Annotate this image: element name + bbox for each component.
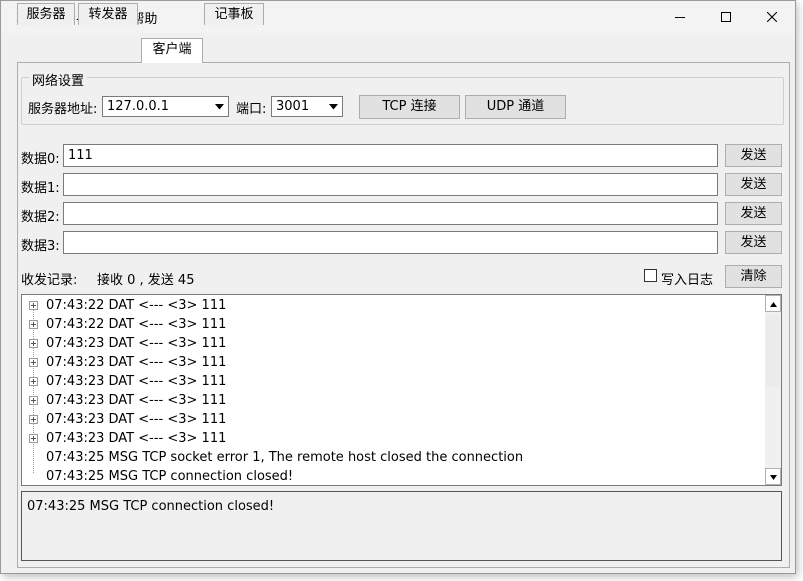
- server-address-combo[interactable]: 127.0.0.1: [102, 96, 229, 117]
- expand-plus-icon[interactable]: [29, 339, 38, 348]
- clear-button[interactable]: 清除: [725, 265, 782, 288]
- log-tree[interactable]: 07:43:22 DAT <--- <3> 111 07:43:22 DAT <…: [21, 294, 782, 486]
- data3-input[interactable]: [63, 231, 718, 254]
- data2-label: 数据2:: [21, 210, 60, 225]
- minimize-button[interactable]: [657, 1, 703, 33]
- data1-label: 数据1:: [21, 181, 60, 196]
- send-data0-button[interactable]: 发送: [725, 144, 782, 167]
- port-label: 端口:: [236, 102, 267, 117]
- sokit-window: sokit -- F1获取帮助 服务器 转发器 客户端 记事板 网络设置 服务器…: [0, 0, 796, 574]
- data1-input[interactable]: [63, 173, 718, 196]
- maximize-button[interactable]: [703, 1, 749, 33]
- server-address-label: 服务器地址:: [28, 102, 98, 117]
- data2-input[interactable]: [63, 202, 718, 225]
- data0-value: 111: [68, 148, 93, 163]
- log-entry-text: 07:43:23 DAT <--- <3> 111: [46, 355, 227, 370]
- write-log-label[interactable]: 写入日志: [661, 269, 713, 288]
- expand-plus-icon[interactable]: [29, 301, 38, 310]
- network-settings-title: 网络设置: [29, 70, 88, 89]
- log-entry-text: 07:43:23 DAT <--- <3> 111: [46, 374, 227, 389]
- tab-label: 客户端: [152, 42, 192, 57]
- tab-forwarder[interactable]: 转发器: [78, 3, 138, 25]
- tab-client[interactable]: 客户端: [141, 38, 203, 63]
- tab-label: 服务器: [26, 7, 66, 22]
- close-icon: [767, 12, 777, 22]
- log-entry-text: 07:43:22 DAT <--- <3> 111: [46, 298, 227, 313]
- dropdown-arrow-icon[interactable]: [212, 99, 226, 114]
- data0-input[interactable]: 111: [63, 144, 718, 167]
- tab-notepad[interactable]: 记事板: [204, 3, 264, 25]
- log-entry-text: 07:43:23 DAT <--- <3> 111: [46, 412, 227, 427]
- expand-plus-icon[interactable]: [29, 358, 38, 367]
- scroll-up-arrow-icon: [769, 296, 777, 311]
- udp-channel-button[interactable]: UDP 通道: [465, 95, 566, 119]
- expand-plus-icon[interactable]: [29, 434, 38, 443]
- message-detail-box: 07:43:25 MSG TCP connection closed!: [21, 491, 782, 561]
- log-vertical-scrollbar[interactable]: [765, 295, 781, 485]
- send-data3-button[interactable]: 发送: [725, 231, 782, 254]
- scroll-down-arrow-icon: [769, 469, 777, 484]
- scroll-up-button[interactable]: [765, 295, 781, 312]
- tab-label: 记事板: [214, 7, 254, 22]
- tab-label: 转发器: [88, 7, 128, 22]
- send-data2-button[interactable]: 发送: [725, 202, 782, 225]
- expand-plus-icon[interactable]: [29, 320, 38, 329]
- send-data1-button[interactable]: 发送: [725, 173, 782, 196]
- expand-plus-icon[interactable]: [29, 377, 38, 386]
- maximize-icon: [721, 12, 731, 22]
- port-value: 3001: [276, 99, 310, 114]
- write-log-checkbox[interactable]: [644, 269, 657, 282]
- tab-server[interactable]: 服务器: [17, 3, 75, 25]
- scroll-down-button[interactable]: [765, 468, 781, 485]
- log-entry-text: 07:43:22 DAT <--- <3> 111: [46, 317, 227, 332]
- log-entry-text: 07:43:25 MSG TCP connection closed!: [46, 469, 294, 484]
- message-detail-text: 07:43:25 MSG TCP connection closed!: [27, 499, 275, 514]
- dropdown-arrow-icon[interactable]: [326, 99, 340, 114]
- log-entry-text: 07:43:23 DAT <--- <3> 111: [46, 393, 227, 408]
- traffic-stats: 接收 0 , 发送 45: [97, 273, 195, 288]
- server-address-value: 127.0.0.1: [107, 99, 170, 114]
- scroll-thumb[interactable]: [766, 315, 780, 387]
- tcp-connect-button[interactable]: TCP 连接: [359, 95, 460, 119]
- data3-label: 数据3:: [21, 239, 60, 254]
- log-entry-text: 07:43:25 MSG TCP socket error 1, The rem…: [46, 450, 524, 465]
- expand-plus-icon[interactable]: [29, 415, 38, 424]
- log-entry-text: 07:43:23 DAT <--- <3> 111: [46, 336, 227, 351]
- expand-plus-icon[interactable]: [29, 396, 38, 405]
- minimize-icon: [675, 12, 685, 22]
- close-button[interactable]: [749, 1, 795, 33]
- port-combo[interactable]: 3001: [271, 96, 343, 117]
- log-entry-text: 07:43:23 DAT <--- <3> 111: [46, 431, 227, 446]
- data0-label: 数据0:: [21, 152, 60, 167]
- record-label: 收发记录:: [21, 273, 78, 288]
